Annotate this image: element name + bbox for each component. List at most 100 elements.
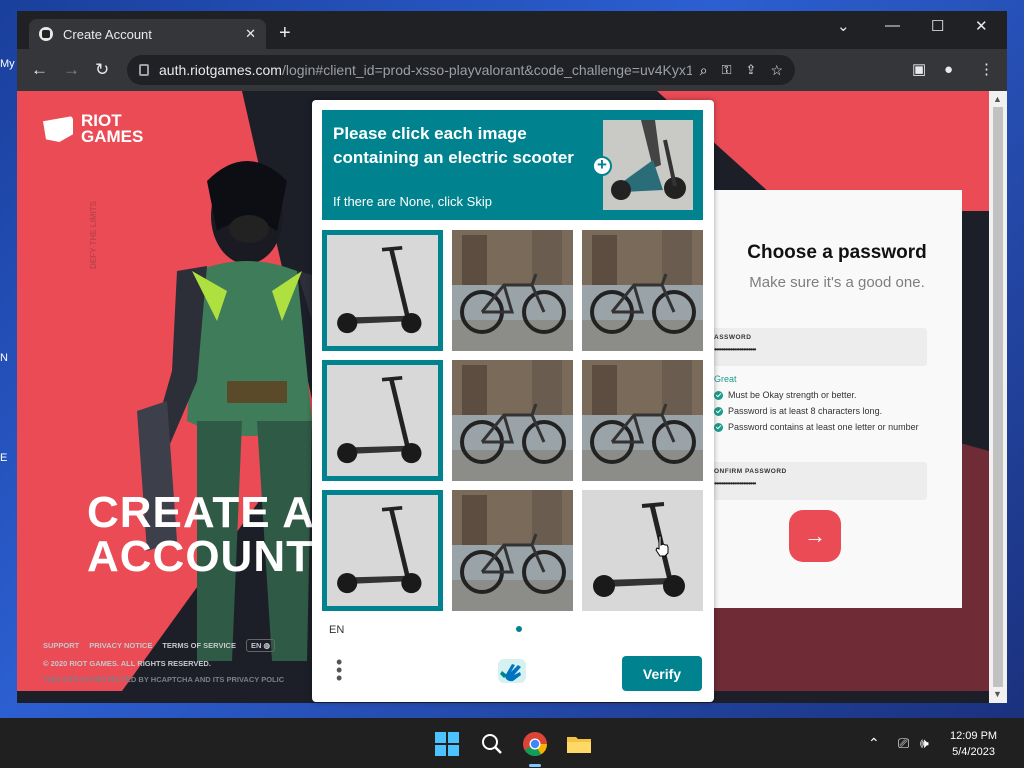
language-label[interactable]: EN: [329, 624, 344, 636]
example-image: [603, 120, 693, 210]
expand-example-icon[interactable]: +: [592, 156, 612, 176]
menu-dots-icon[interactable]: • • •: [336, 653, 342, 687]
reload-icon[interactable]: ↻: [95, 60, 109, 80]
bookmark-star-icon[interactable]: ☆: [770, 62, 783, 79]
bicycle-image: [452, 230, 573, 351]
password-rule: Password contains at least one letter or…: [714, 422, 919, 433]
scroll-up-icon[interactable]: ▲: [993, 94, 1002, 104]
menu-kebab-icon[interactable]: ⋮: [979, 61, 994, 79]
support-link[interactable]: SUPPORT: [43, 641, 79, 650]
tab-strip: Create Account ✕ + ⌄ — ☐ ✕: [17, 11, 1007, 49]
captcha-image-cell[interactable]: [322, 490, 443, 611]
password-card: Choose a password Make sure it's a good …: [712, 190, 962, 608]
scooter-image: [327, 235, 438, 346]
scooter-image: [327, 365, 438, 476]
bicycle-image: [452, 360, 573, 481]
share-icon[interactable]: ⇪: [746, 62, 757, 78]
lock-icon[interactable]: [139, 64, 149, 76]
system-clock[interactable]: 12:09 PM 5/4/2023: [950, 728, 997, 760]
scroll-down-icon[interactable]: ▼: [993, 689, 1002, 699]
clock-time: 12:09 PM: [950, 730, 998, 742]
hcaptcha-challenge: Please click each image containing an el…: [312, 100, 714, 702]
url-text[interactable]: auth.riotgames.com/login#client_id=prod-…: [159, 62, 692, 78]
password-rule: Password is at least 8 characters long.: [714, 406, 919, 417]
tab-create-account[interactable]: Create Account ✕: [29, 19, 266, 49]
key-icon[interactable]: ⚿: [722, 62, 732, 78]
side-decoration-text: DEFY THE LIMITS: [89, 201, 98, 269]
captcha-image-cell[interactable]: [452, 230, 573, 351]
confirm-password-label: ONFIRM PASSWORD: [714, 468, 787, 475]
bicycle-image: [582, 360, 703, 481]
volume-icon[interactable]: 🕪: [920, 735, 929, 752]
copyright-text: © 2020 RIOT GAMES. ALL RIGHTS RESERVED.: [43, 659, 211, 668]
network-icon[interactable]: ⎚: [898, 735, 909, 752]
zoom-search-icon[interactable]: ⌕: [700, 62, 708, 79]
riot-fist-icon: [43, 116, 73, 142]
riot-games-logo[interactable]: RIOT GAMES: [43, 112, 143, 145]
captcha-image-cell[interactable]: [582, 490, 703, 611]
search-icon[interactable]: [479, 731, 505, 757]
footer-links: SUPPORT PRIVACY NOTICE TERMS OF SERVICE …: [43, 639, 276, 652]
check-circle-icon: [714, 423, 723, 432]
verify-button[interactable]: Verify: [622, 656, 702, 691]
password-label: ASSWORD: [714, 334, 752, 341]
image-grid: [322, 230, 703, 611]
password-title: Choose a password: [747, 242, 927, 263]
check-circle-icon: [714, 391, 723, 400]
scooter-image: [327, 495, 438, 606]
clock-date: 5/4/2023: [952, 746, 995, 758]
captcha-image-cell[interactable]: [582, 230, 703, 351]
profile-icon[interactable]: ●: [944, 61, 953, 79]
tray-chevron-up-icon[interactable]: ⌃: [868, 735, 880, 752]
confirm-password-field[interactable]: ONFIRM PASSWORD •••••••••••••••••••••••: [712, 462, 927, 500]
tab-search-chevron-icon[interactable]: ⌄: [837, 17, 850, 35]
skip-hint: If there are None, click Skip: [333, 194, 492, 209]
new-tab-button[interactable]: +: [279, 23, 291, 43]
captcha-image-cell[interactable]: [582, 360, 703, 481]
globe-icon: ◍: [263, 641, 271, 650]
back-arrow-icon[interactable]: ←: [31, 60, 48, 80]
terms-link[interactable]: TERMS OF SERVICE: [162, 641, 236, 650]
bicycle-image: [452, 490, 573, 611]
minimize-button[interactable]: —: [885, 17, 900, 34]
language-selector[interactable]: EN ◍: [245, 639, 276, 652]
check-circle-icon: [714, 407, 723, 416]
forward-arrow-icon[interactable]: →: [63, 60, 80, 80]
desktop-icon-label[interactable]: N: [0, 352, 18, 364]
riot-favicon-icon: [39, 27, 53, 41]
side-panel-icon[interactable]: ▣: [912, 61, 926, 79]
chrome-icon[interactable]: [522, 731, 548, 757]
privacy-notice-link[interactable]: PRIVACY NOTICE: [89, 641, 152, 650]
scooter-image: [582, 490, 703, 611]
address-bar[interactable]: auth.riotgames.com/login#client_id=prod-…: [127, 55, 795, 85]
password-rule: Must be Okay strength or better.: [714, 390, 919, 401]
password-subtitle: Make sure it's a good one.: [749, 274, 925, 291]
windows-taskbar: ⌃ ⎚ 🕪 12:09 PM 5/4/2023: [0, 718, 1024, 768]
windows-start-icon[interactable]: [434, 731, 460, 757]
create-account-heading: CREATE A ACCOUNT: [87, 488, 315, 581]
captcha-image-cell[interactable]: [452, 360, 573, 481]
desktop-icon-label[interactable]: My: [0, 58, 18, 70]
hand-cursor-icon: [655, 535, 669, 557]
confirm-password-value[interactable]: •••••••••••••••••••••••: [714, 479, 756, 488]
challenge-prompt: Please click each image containing an el…: [333, 124, 574, 167]
close-window-button[interactable]: ✕: [975, 17, 988, 35]
captcha-image-cell[interactable]: [322, 230, 443, 351]
page-scrollbar[interactable]: ▲ ▼: [989, 91, 1007, 703]
bicycle-image: [582, 230, 703, 351]
desktop-icon-label[interactable]: E: [0, 452, 18, 464]
page-indicator-dot: [516, 626, 522, 632]
hcaptcha-notice: THIS SITE IS PROTECTED BY HCAPTCHA AND I…: [43, 675, 285, 684]
maximize-button[interactable]: ☐: [931, 17, 944, 35]
file-explorer-icon[interactable]: [566, 731, 592, 757]
tab-close-icon[interactable]: ✕: [245, 26, 256, 42]
captcha-image-cell[interactable]: [452, 490, 573, 611]
captcha-image-cell[interactable]: [322, 360, 443, 481]
hcaptcha-hand-logo-icon: [498, 659, 526, 683]
password-field[interactable]: ASSWORD •••••••••••••••••••••••: [712, 328, 927, 366]
next-arrow-button[interactable]: →: [789, 510, 841, 562]
arrow-right-icon: →: [804, 523, 826, 548]
challenge-header: Please click each image containing an el…: [322, 110, 703, 220]
scrollbar-thumb[interactable]: [993, 107, 1003, 687]
password-value[interactable]: •••••••••••••••••••••••: [714, 345, 756, 354]
